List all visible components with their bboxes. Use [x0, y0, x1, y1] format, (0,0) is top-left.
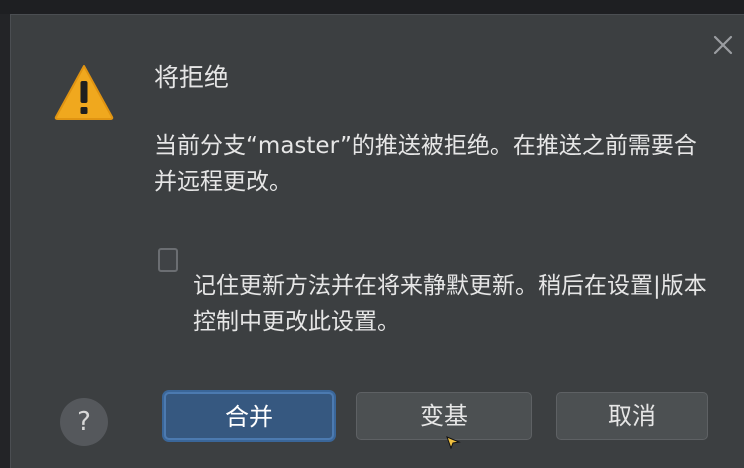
push-rejected-dialog: 将拒绝 当前分支“master”的推送被拒绝。在推送之前需要合并远程更改。 记住… [10, 14, 744, 468]
dialog-message: 当前分支“master”的推送被拒绝。在推送之前需要合并远程更改。 [154, 133, 697, 195]
help-icon: ? [77, 407, 91, 437]
merge-button[interactable]: 合并 [164, 392, 334, 440]
background-toolbar [0, 0, 744, 14]
warning-icon [54, 65, 114, 120]
close-icon[interactable] [709, 31, 737, 59]
mouse-cursor-icon [446, 436, 461, 449]
remember-checkbox[interactable] [158, 248, 178, 272]
help-button[interactable]: ? [60, 398, 108, 446]
rebase-button[interactable]: 变基 [356, 392, 532, 440]
cancel-button[interactable]: 取消 [556, 392, 708, 440]
dialog-title: 将拒绝 [154, 63, 230, 92]
remember-checkbox-label[interactable]: 记住更新方法并在将来静默更新。稍后在设置|版本控制中更改此设置。 [193, 268, 713, 340]
